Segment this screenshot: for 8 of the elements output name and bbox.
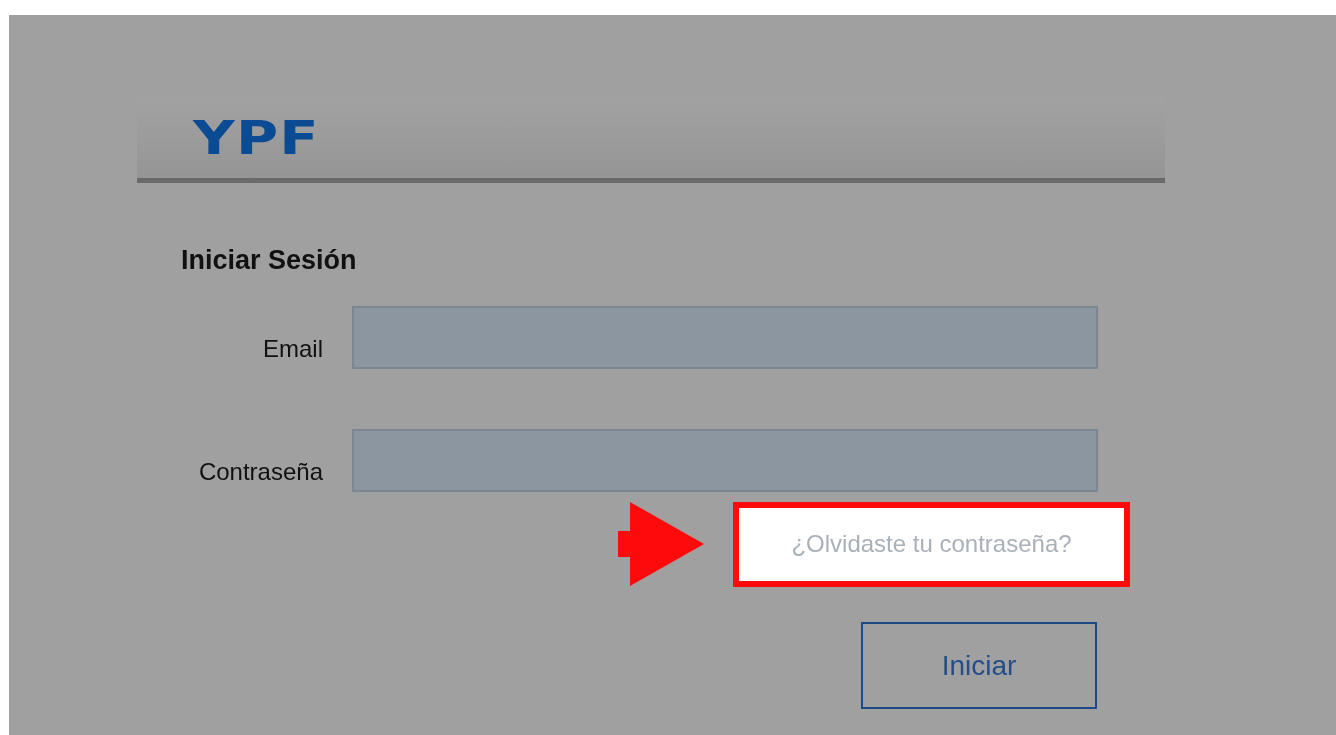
field-label: Contraseña (197, 456, 323, 486)
login-button[interactable]: Iniciar (861, 622, 1097, 709)
input-field[interactable] (352, 429, 1098, 492)
logo: YPF (193, 114, 320, 161)
field-label: Email (262, 333, 323, 363)
page-title: Iniciar Sesión (181, 245, 357, 276)
input-field[interactable] (352, 306, 1098, 369)
forgot-password-link[interactable]: ¿Olvidaste tu contraseña? (791, 530, 1072, 558)
